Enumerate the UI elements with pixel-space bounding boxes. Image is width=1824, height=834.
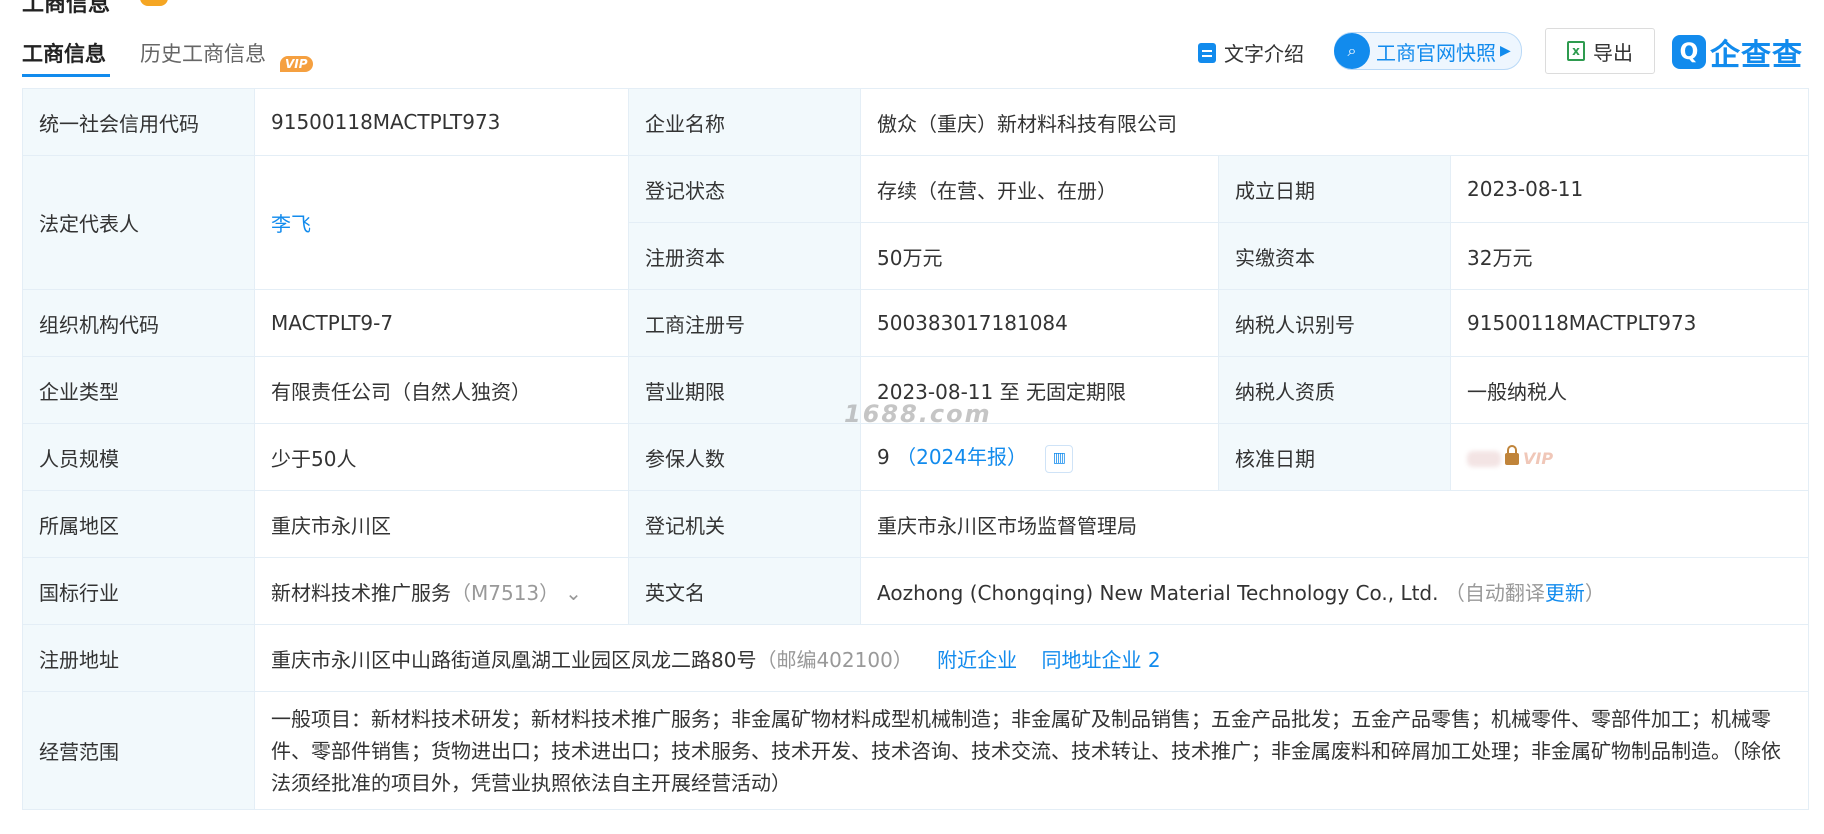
taxpayer-id-value: 91500118MACTPLT973 bbox=[1450, 289, 1809, 357]
company-name-label: 企业名称 bbox=[628, 88, 861, 156]
taxpayer-qual-label: 纳税人资质 bbox=[1218, 356, 1451, 424]
address-value: 重庆市永川区中山路街道凤凰湖工业园区凤龙二路80号 bbox=[271, 647, 757, 672]
tab-active-indicator bbox=[22, 74, 110, 77]
reg-status-label: 登记状态 bbox=[628, 155, 861, 223]
legal-rep-link[interactable]: 李飞 bbox=[271, 212, 311, 236]
watermark: 1688.com bbox=[844, 400, 992, 428]
insured-label: 参保人数 bbox=[628, 423, 861, 491]
reg-authority-label: 登记机关 bbox=[628, 490, 861, 558]
company-name-value: 傲众（重庆）新材料科技有限公司 bbox=[860, 88, 1809, 156]
legal-rep-label: 法定代表人 bbox=[22, 155, 255, 290]
text-intro-button[interactable]: 文字介绍 bbox=[1198, 38, 1304, 67]
approve-date-label: 核准日期 bbox=[1218, 423, 1451, 491]
company-type-value: 有限责任公司（自然人独资） bbox=[254, 356, 629, 424]
same-address-companies-link[interactable]: 同地址企业 2 bbox=[1042, 648, 1161, 672]
biz-term-label: 营业期限 bbox=[628, 356, 861, 424]
qichacha-logo: Q 企查查 bbox=[1672, 30, 1803, 74]
region-value: 重庆市永川区 bbox=[254, 490, 629, 558]
reg-capital-label: 注册资本 bbox=[628, 222, 861, 290]
company-type-label: 企业类型 bbox=[22, 356, 255, 424]
tab-history-business-info[interactable]: 历史工商信息 bbox=[140, 38, 266, 68]
translate-update-link[interactable]: 更新 bbox=[1545, 581, 1585, 605]
table-row: 人员规模 少于50人 参保人数 9 （2024年报） ▥ 核准日期 VIP bbox=[22, 423, 1809, 491]
lock-icon bbox=[1505, 444, 1519, 465]
biz-reg-no-label: 工商注册号 bbox=[628, 289, 861, 357]
insured-cell: 9 （2024年报） ▥ bbox=[860, 423, 1219, 491]
biz-reg-no-value: 500383017181084 bbox=[860, 289, 1219, 357]
table-row: 组织机构代码 MACTPLT9-7 工商注册号 500383017181084 … bbox=[22, 289, 1809, 357]
blurred-value bbox=[1467, 450, 1501, 467]
auto-translate-note: （自动翻译 bbox=[1444, 580, 1545, 605]
scope-label: 经营范围 bbox=[22, 691, 255, 810]
found-date-value: 2023-08-11 bbox=[1450, 155, 1809, 223]
vip-badge: VIP bbox=[280, 56, 313, 72]
industry-code: （M7513） bbox=[451, 580, 560, 605]
table-row: 统一社会信用代码 91500118MACTPLT973 企业名称 傲众（重庆）新… bbox=[22, 88, 1809, 156]
postcode: （邮编402100） bbox=[756, 647, 913, 672]
export-button[interactable]: x 导出 bbox=[1545, 28, 1655, 74]
approve-date-cell[interactable]: VIP bbox=[1450, 423, 1809, 491]
table-row: 国标行业 新材料技术推广服务（M7513） ⌄ 英文名 Aozhong (Chon… bbox=[22, 557, 1809, 625]
table-row: 注册地址 重庆市永川区中山路街道凤凰湖工业园区凤龙二路80号（邮编402100）… bbox=[22, 624, 1809, 692]
export-label: 导出 bbox=[1593, 40, 1633, 65]
address-cell: 重庆市永川区中山路街道凤凰湖工业园区凤龙二路80号（邮编402100） 附近企业… bbox=[254, 624, 1809, 692]
english-name-cell: Aozhong (Chongqing) New Material Technol… bbox=[860, 557, 1809, 625]
legal-rep-cell: 李飞 bbox=[254, 155, 629, 290]
chevron-down-icon[interactable]: ⌄ bbox=[565, 581, 582, 605]
org-code-label: 组织机构代码 bbox=[22, 289, 255, 357]
table-row: 经营范围 一般项目：新材料技术研发；新材料技术推广服务；非金属矿物材料成型机械制… bbox=[22, 691, 1809, 810]
section-title-badge bbox=[140, 0, 168, 6]
chevron-right-icon: ▶ bbox=[1500, 43, 1511, 59]
vip-locked-badge: VIP bbox=[1523, 449, 1554, 468]
reg-authority-value: 重庆市永川区市场监督管理局 bbox=[860, 490, 1809, 558]
snapshot-search-icon: ⌕ bbox=[1334, 33, 1370, 69]
industry-cell[interactable]: 新材料技术推广服务（M7513） ⌄ bbox=[254, 557, 629, 625]
auto-translate-note-end: ） bbox=[1584, 580, 1605, 605]
table-row: 法定代表人 李飞 登记状态 存续（在营、开业、在册） 成立日期 2023-08-… bbox=[22, 155, 1809, 290]
industry-label: 国标行业 bbox=[22, 557, 255, 625]
staff-size-label: 人员规模 bbox=[22, 423, 255, 491]
credit-code-label: 统一社会信用代码 bbox=[22, 88, 255, 156]
taxpayer-qual-value: 一般纳税人 bbox=[1450, 356, 1809, 424]
annual-report-link[interactable]: （2024年报） bbox=[896, 445, 1027, 469]
english-name-label: 英文名 bbox=[628, 557, 861, 625]
excel-icon: x bbox=[1567, 41, 1585, 61]
reg-status-value: 存续（在营、开业、在册） bbox=[860, 155, 1219, 223]
logo-mark-icon: Q bbox=[1672, 35, 1706, 69]
region-label: 所属地区 bbox=[22, 490, 255, 558]
found-date-label: 成立日期 bbox=[1218, 155, 1451, 223]
staff-size-value: 少于50人 bbox=[254, 423, 629, 491]
industry-value: 新材料技术推广服务 bbox=[271, 580, 451, 605]
nearby-companies-link[interactable]: 附近企业 bbox=[937, 648, 1017, 672]
credit-code-value: 91500118MACTPLT973 bbox=[254, 88, 629, 156]
reg-capital-value: 50万元 bbox=[860, 222, 1219, 290]
text-intro-label: 文字介绍 bbox=[1224, 42, 1304, 66]
official-snapshot-button[interactable]: ⌕ 工商官网快照 ▶ bbox=[1334, 32, 1522, 70]
paid-capital-value: 32万元 bbox=[1450, 222, 1809, 290]
tab-business-info[interactable]: 工商信息 bbox=[22, 38, 106, 68]
document-icon bbox=[1198, 42, 1216, 63]
taxpayer-id-label: 纳税人识别号 bbox=[1218, 289, 1451, 357]
org-code-value: MACTPLT9-7 bbox=[254, 289, 629, 357]
scope-value: 一般项目：新材料技术研发；新材料技术推广服务；非金属矿物材料成型机械制造；非金属… bbox=[254, 691, 1809, 810]
table-row: 所属地区 重庆市永川区 登记机关 重庆市永川区市场监督管理局 bbox=[22, 490, 1809, 558]
logo-text: 企查查 bbox=[1710, 38, 1803, 73]
section-title: 工商信息 bbox=[22, 0, 111, 17]
business-info-table: 统一社会信用代码 91500118MACTPLT973 企业名称 傲众（重庆）新… bbox=[22, 88, 1809, 810]
address-label: 注册地址 bbox=[22, 624, 255, 692]
snapshot-label: 工商官网快照 bbox=[1376, 40, 1496, 65]
chart-icon[interactable]: ▥ bbox=[1045, 444, 1074, 473]
paid-capital-label: 实缴资本 bbox=[1218, 222, 1451, 290]
insured-value: 9 bbox=[877, 445, 890, 470]
english-name-value: Aozhong (Chongqing) New Material Technol… bbox=[877, 580, 1439, 605]
